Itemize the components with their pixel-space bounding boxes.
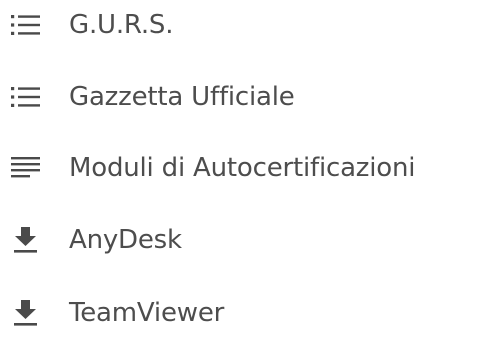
text-lines-icon <box>11 151 45 185</box>
menu-item-label: Moduli di Autocertificazioni <box>69 153 416 183</box>
list-bulleted-icon <box>11 8 45 42</box>
download-icon <box>11 223 45 257</box>
menu-item-moduli-autocertificazioni[interactable]: Moduli di Autocertificazioni <box>0 143 499 193</box>
menu-item-gurs[interactable]: G.U.R.S. <box>0 0 499 50</box>
download-icon <box>11 296 45 330</box>
menu-item-teamviewer[interactable]: TeamViewer <box>0 288 499 338</box>
menu-item-anydesk[interactable]: AnyDesk <box>0 215 499 265</box>
menu-item-label: AnyDesk <box>69 225 182 255</box>
menu-item-label: TeamViewer <box>69 298 225 328</box>
menu-item-label: G.U.R.S. <box>69 10 174 40</box>
menu-item-label: Gazzetta Ufficiale <box>69 82 295 112</box>
menu-item-gazzetta-ufficiale[interactable]: Gazzetta Ufficiale <box>0 72 499 122</box>
list-bulleted-icon <box>11 80 45 114</box>
